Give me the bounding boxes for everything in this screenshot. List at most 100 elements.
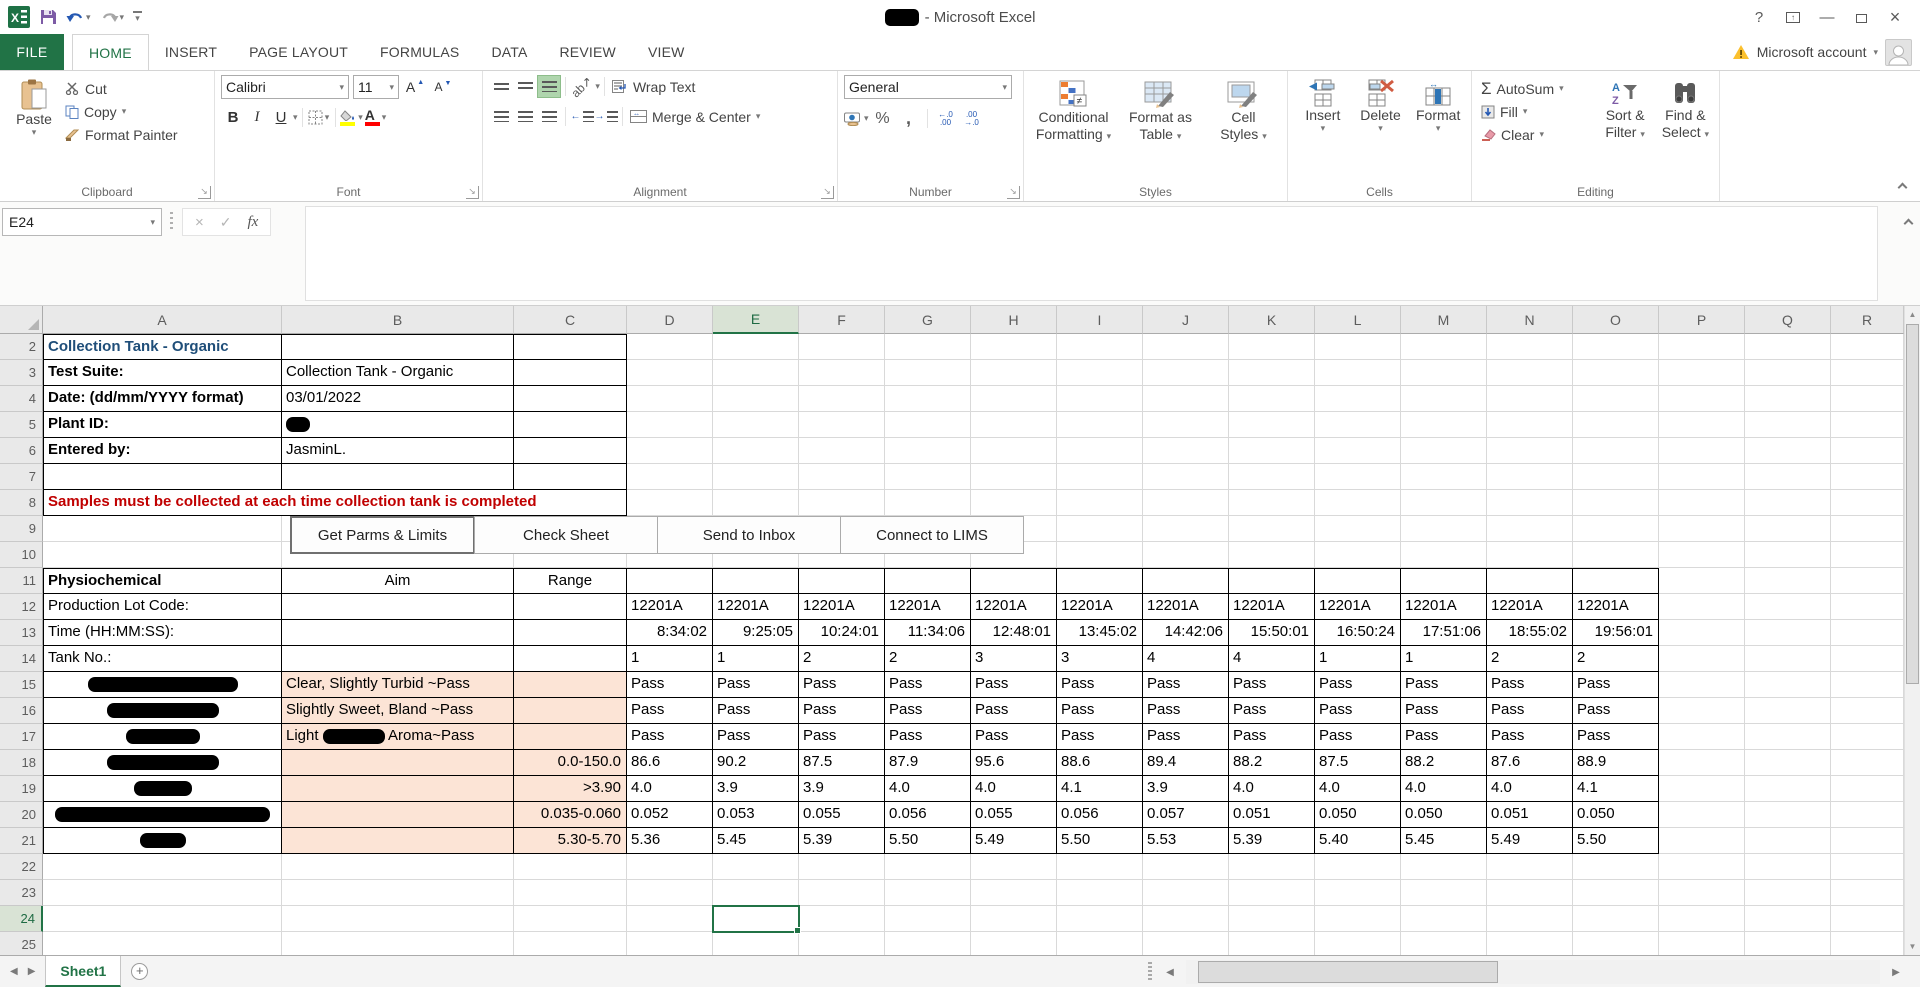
cell-M3[interactable] [1401, 360, 1487, 386]
cell-B7[interactable] [282, 464, 514, 490]
sort-filter-button[interactable]: AZ Sort & Filter ▾ [1595, 75, 1656, 183]
cell-A6[interactable]: Entered by: [43, 438, 282, 464]
cell-G24[interactable] [885, 906, 971, 932]
delete-cells-button[interactable]: Delete ▾ [1352, 75, 1410, 183]
row-header-20[interactable]: 20 [0, 802, 43, 828]
cell-O21[interactable]: 5.50 [1573, 828, 1659, 854]
cell-O20[interactable]: 0.050 [1573, 802, 1659, 828]
cell-N17[interactable]: Pass [1487, 724, 1573, 750]
cell-P25[interactable] [1659, 932, 1745, 955]
cell-A25[interactable] [43, 932, 282, 955]
cell-B5[interactable] [282, 412, 514, 438]
form-button-connect-to-lims[interactable]: Connect to LIMS [840, 516, 1024, 554]
cell-F21[interactable]: 5.39 [799, 828, 885, 854]
cell-H8[interactable] [971, 490, 1057, 516]
customize-quick-access-button[interactable]: ▾ [133, 11, 143, 23]
cell-K20[interactable]: 0.051 [1229, 802, 1315, 828]
cell-A8-warning[interactable]: Samples must be collected at each time c… [43, 490, 627, 516]
cell-H25[interactable] [971, 932, 1057, 955]
cell-J22[interactable] [1143, 854, 1229, 880]
italic-button[interactable]: I [245, 106, 269, 129]
cell-P18[interactable] [1659, 750, 1745, 776]
grow-font-button[interactable]: A ▲ [403, 76, 427, 99]
cell-A21[interactable] [43, 828, 282, 854]
cell-I20[interactable]: 0.056 [1057, 802, 1143, 828]
cell-N18[interactable]: 87.6 [1487, 750, 1573, 776]
align-center-button[interactable] [513, 105, 537, 128]
middle-align-button[interactable] [513, 75, 537, 98]
decrease-decimal-button[interactable]: .00 →.0 [960, 107, 984, 130]
cell-P22[interactable] [1659, 854, 1745, 880]
cell-N7[interactable] [1487, 464, 1573, 490]
cell-F4[interactable] [799, 386, 885, 412]
cell-R14[interactable] [1831, 646, 1904, 672]
cell-F14[interactable]: 2 [799, 646, 885, 672]
shrink-font-button[interactable]: A ▼ [431, 76, 455, 99]
cell-O15[interactable]: Pass [1573, 672, 1659, 698]
scroll-up-icon[interactable]: ▲ [1905, 306, 1920, 323]
cell-A2[interactable]: Collection Tank - Organic [43, 334, 282, 360]
cell-D13[interactable]: 8:34:02 [627, 620, 713, 646]
increase-indent-button[interactable]: → [594, 105, 618, 128]
cell-J15[interactable]: Pass [1143, 672, 1229, 698]
cell-I17[interactable]: Pass [1057, 724, 1143, 750]
confirm-entry-icon[interactable]: ✓ [220, 214, 232, 231]
cell-H19[interactable]: 4.0 [971, 776, 1057, 802]
cell-R19[interactable] [1831, 776, 1904, 802]
cell-B11[interactable]: Aim [282, 568, 514, 594]
cell-H14[interactable]: 3 [971, 646, 1057, 672]
cell-E19[interactable]: 3.9 [713, 776, 799, 802]
cell-O16[interactable]: Pass [1573, 698, 1659, 724]
cell-L8[interactable] [1315, 490, 1401, 516]
cell-I7[interactable] [1057, 464, 1143, 490]
cell-P21[interactable] [1659, 828, 1745, 854]
cell-A19[interactable] [43, 776, 282, 802]
tab-page-layout[interactable]: PAGE LAYOUT [233, 34, 364, 70]
row-header-15[interactable]: 15 [0, 672, 43, 698]
cell-I16[interactable]: Pass [1057, 698, 1143, 724]
cell-P23[interactable] [1659, 880, 1745, 906]
cell-G8[interactable] [885, 490, 971, 516]
cell-R15[interactable] [1831, 672, 1904, 698]
cell-I3[interactable] [1057, 360, 1143, 386]
cell-K23[interactable] [1229, 880, 1315, 906]
tab-scroll-splitter[interactable] [1148, 962, 1152, 982]
cell-L20[interactable]: 0.050 [1315, 802, 1401, 828]
tab-view[interactable]: VIEW [632, 34, 701, 70]
cell-K3[interactable] [1229, 360, 1315, 386]
cell-Q6[interactable] [1745, 438, 1831, 464]
cell-E23[interactable] [713, 880, 799, 906]
cell-C3[interactable] [514, 360, 627, 386]
cell-E3[interactable] [713, 360, 799, 386]
column-header-Q[interactable]: Q [1745, 306, 1831, 334]
cell-E17[interactable]: Pass [713, 724, 799, 750]
cell-E15[interactable]: Pass [713, 672, 799, 698]
fill-button[interactable]: Fill ▾ [1478, 100, 1595, 123]
fill-color-button[interactable]: ▾ [340, 106, 364, 129]
cell-J13[interactable]: 14:42:06 [1143, 620, 1229, 646]
cell-C14[interactable] [514, 646, 627, 672]
cell-B23[interactable] [282, 880, 514, 906]
cell-N23[interactable] [1487, 880, 1573, 906]
tab-insert[interactable]: INSERT [149, 34, 233, 70]
cell-J21[interactable]: 5.53 [1143, 828, 1229, 854]
cell-A10[interactable] [43, 542, 282, 568]
cell-B16[interactable]: Slightly Sweet, Bland ~Pass [282, 698, 514, 724]
cell-I9[interactable] [1057, 516, 1143, 542]
cell-L2[interactable] [1315, 334, 1401, 360]
cell-P9[interactable] [1659, 516, 1745, 542]
cell-O24[interactable] [1573, 906, 1659, 932]
format-painter-button[interactable]: Format Painter [62, 123, 181, 146]
cell-P6[interactable] [1659, 438, 1745, 464]
cell-L18[interactable]: 87.5 [1315, 750, 1401, 776]
cell-D24[interactable] [627, 906, 713, 932]
cell-N6[interactable] [1487, 438, 1573, 464]
cell-D6[interactable] [627, 438, 713, 464]
cell-J19[interactable]: 3.9 [1143, 776, 1229, 802]
form-button-check-sheet[interactable]: Check Sheet [474, 516, 658, 554]
cell-O23[interactable] [1573, 880, 1659, 906]
font-dialog-launcher[interactable]: ↘ [466, 186, 479, 199]
form-button-send-to-inbox[interactable]: Send to Inbox [657, 516, 841, 554]
cell-F6[interactable] [799, 438, 885, 464]
copy-button[interactable]: Copy ▾ [62, 100, 181, 123]
